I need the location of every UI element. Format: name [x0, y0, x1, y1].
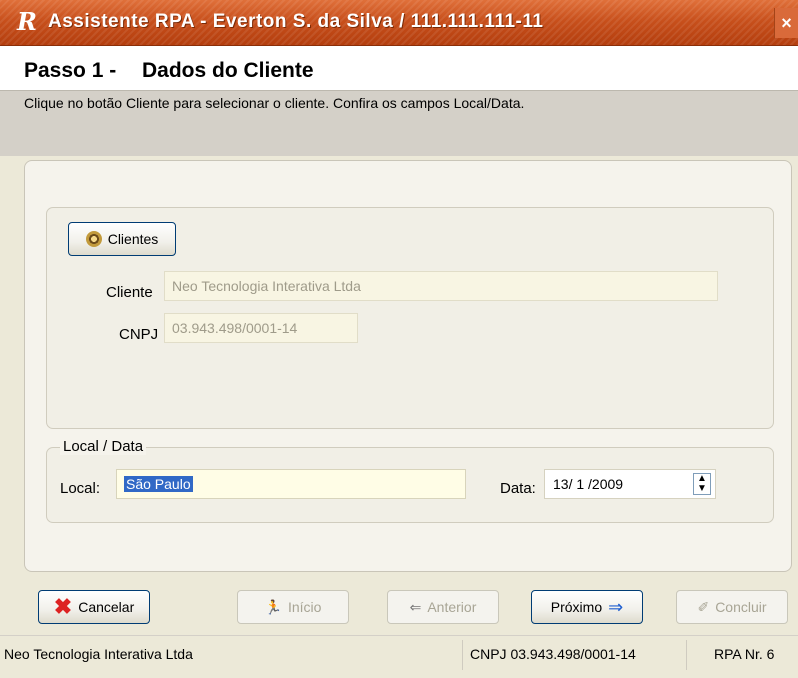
- runner-icon: 🏃: [264, 598, 282, 615]
- next-button-label: Próximo: [550, 599, 603, 615]
- start-button[interactable]: 🏃 Início: [237, 590, 349, 624]
- finish-button[interactable]: ✐ Concluir: [676, 590, 788, 624]
- pen-check-icon: ✐: [697, 598, 710, 615]
- spin-down-icon[interactable]: ▼: [694, 484, 710, 494]
- title-bar: R Assistente RPA - Everton S. da Silva /…: [0, 0, 798, 46]
- date-picker[interactable]: 13/ 1 /2009 ▲ ▼: [544, 469, 716, 499]
- status-separator: [686, 640, 687, 670]
- status-cnpj: CNPJ 03.943.498/0001-14: [470, 646, 636, 662]
- finish-button-label: Concluir: [715, 599, 767, 615]
- status-bar-divider: [0, 635, 798, 636]
- local-label: Local:: [60, 480, 101, 497]
- local-input-value: São Paulo: [124, 476, 193, 492]
- local-data-legend: Local / Data: [60, 438, 147, 455]
- step-name: Dados do Cliente: [142, 59, 314, 82]
- date-value: 13/ 1 /2009: [553, 476, 624, 492]
- cnpj-field[interactable]: 03.943.498/0001-14: [164, 313, 358, 343]
- wizard-header: Passo 1 - Dados do Cliente Clique no botã…: [0, 46, 798, 156]
- previous-button-label: Anterior: [427, 599, 477, 615]
- data-label: Data:: [500, 480, 536, 497]
- previous-button[interactable]: ⇐ Anterior: [387, 590, 499, 624]
- arrow-left-icon: ⇐: [409, 598, 422, 615]
- arrow-right-icon: ⇒: [608, 596, 624, 617]
- step-title: Passo 1 - Dados do Cliente: [24, 59, 314, 83]
- app-logo: R: [17, 7, 37, 36]
- local-input[interactable]: São Paulo: [116, 469, 466, 499]
- cancel-button-label: Cancelar: [78, 599, 135, 615]
- cnpj-label: CNPJ: [119, 326, 159, 343]
- status-separator: [462, 640, 463, 670]
- date-spinner[interactable]: ▲ ▼: [693, 473, 711, 495]
- instruction-text: Clique no botão Cliente para selecionar …: [0, 90, 798, 156]
- cancel-button[interactable]: ✖ Cancelar: [38, 590, 150, 624]
- next-button[interactable]: Próximo ⇒: [531, 590, 643, 624]
- cliente-field[interactable]: Neo Tecnologia Interativa Ltda: [164, 271, 718, 301]
- window-title: Assistente RPA - Everton S. da Silva / 1…: [48, 11, 544, 32]
- wizard-body: Clientes Cliente Neo Tecnologia Interati…: [24, 160, 792, 574]
- status-company: Neo Tecnologia Interativa Ltda: [4, 646, 193, 662]
- start-button-label: Início: [287, 599, 322, 615]
- gear-icon: [85, 231, 102, 247]
- close-x-icon: ✖: [53, 594, 73, 619]
- cliente-label: Cliente: [106, 284, 153, 301]
- clientes-button[interactable]: Clientes: [68, 222, 176, 256]
- step-number: Passo 1 -: [24, 59, 117, 82]
- status-rpa-number: RPA Nr. 6: [714, 646, 775, 662]
- clientes-button-label: Clientes: [107, 231, 159, 247]
- close-button[interactable]: ×: [774, 8, 798, 38]
